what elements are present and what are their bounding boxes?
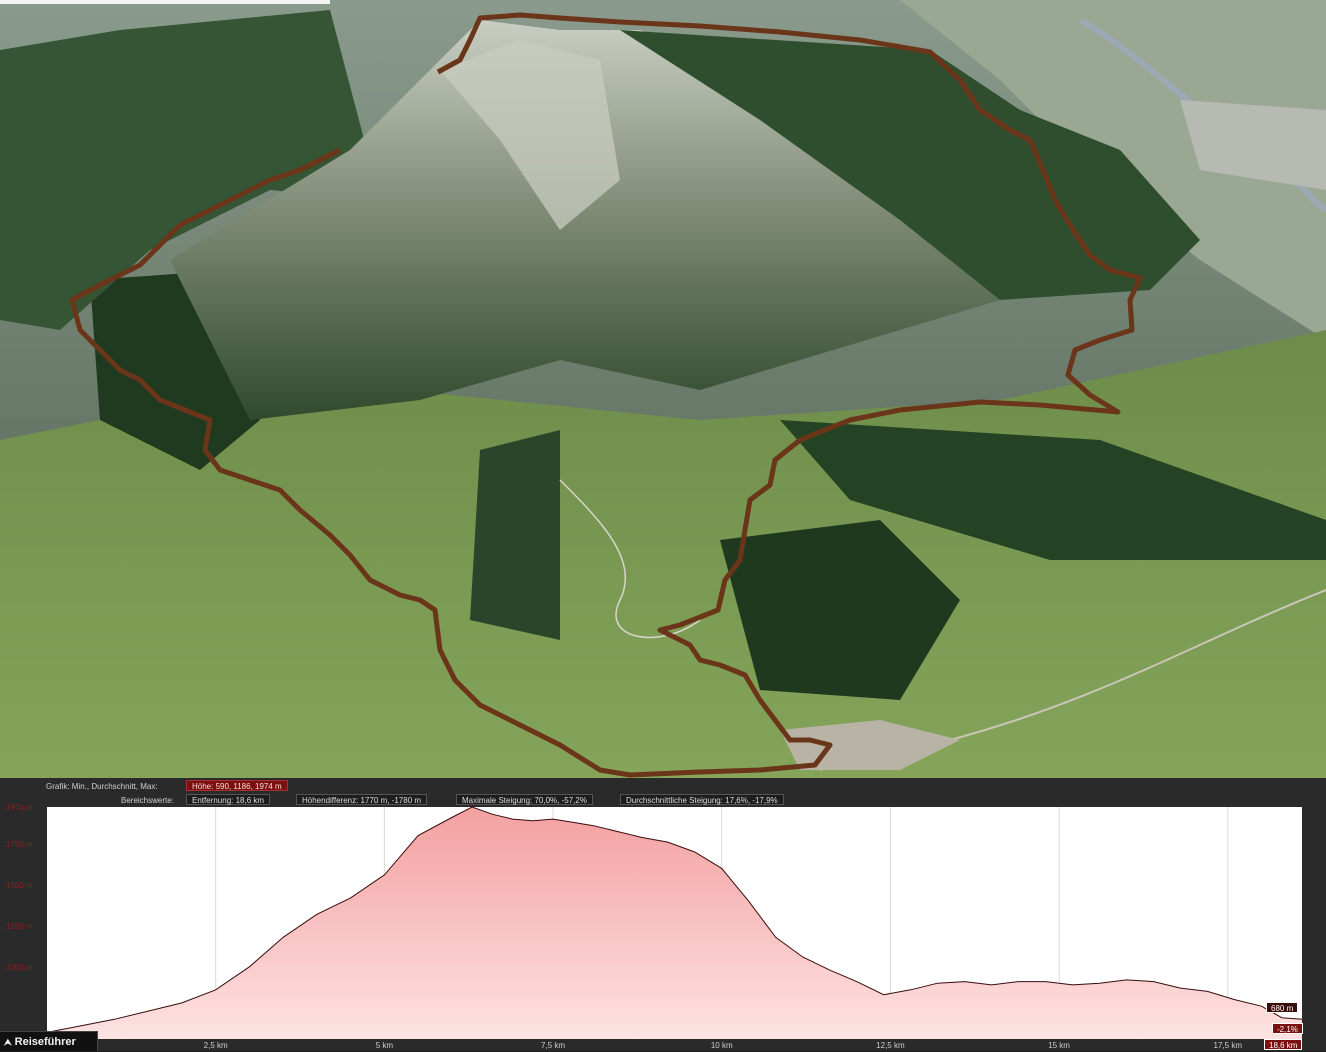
3d-terrain-view[interactable] [0,0,1326,778]
x-tick-label: 5 km [376,1041,394,1050]
end-elevation-badge: 680 m [1266,1002,1299,1013]
chevron-up-icon: ⮝ [4,1037,12,1047]
y-tick-label: 1500 m [6,881,33,890]
y-tick-label: 1974 m [6,803,33,812]
forest-ridge [470,430,560,640]
window-topbar [0,0,330,4]
x-tick-label: 2,5 km [204,1041,228,1050]
y-tick-label: 1750 m [6,840,33,849]
x-tick-label: 10 km [711,1041,733,1050]
guide-button-label: Reiseführer [14,1036,76,1048]
x-tick-label: 17,5 km [1214,1041,1243,1050]
elevation-profile-panel: Grafik: Min., Durchschnitt, Max: Höhe: 5… [0,778,1326,1051]
elevation-chart[interactable]: 590 m1000 m1250 m1500 m1750 m1974 m 2,5 … [0,778,1326,1051]
x-tick-label: 7,5 km [541,1041,565,1050]
end-slope-badge: -2,1% [1272,1023,1303,1034]
terrain-map [0,0,1326,778]
x-tick-label: 12,5 km [876,1041,905,1050]
y-tick-label: 1000 m [6,963,33,972]
guide-button[interactable]: ⮝ Reiseführer [0,1031,98,1051]
y-tick-label: 1250 m [6,922,33,931]
end-distance-badge: 18,6 km [1264,1039,1303,1050]
x-tick-label: 15 km [1048,1041,1070,1050]
